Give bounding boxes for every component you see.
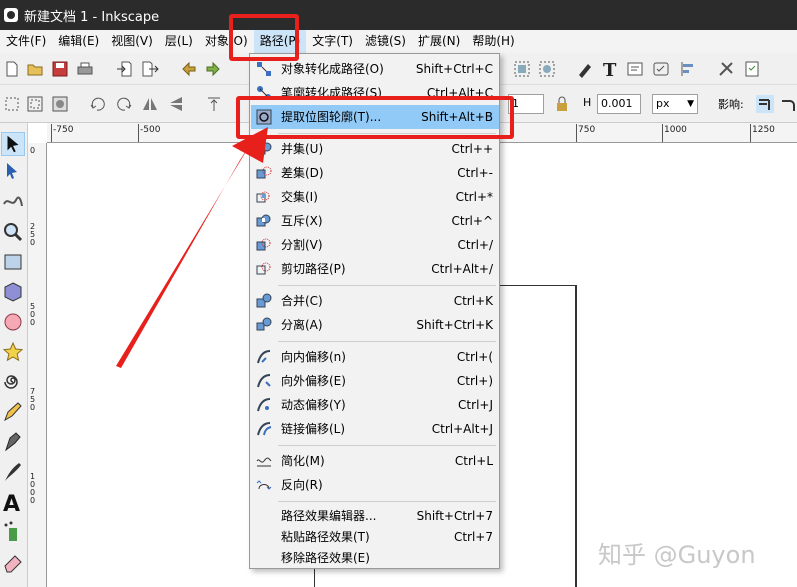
annotation-arrow-icon bbox=[116, 127, 268, 368]
